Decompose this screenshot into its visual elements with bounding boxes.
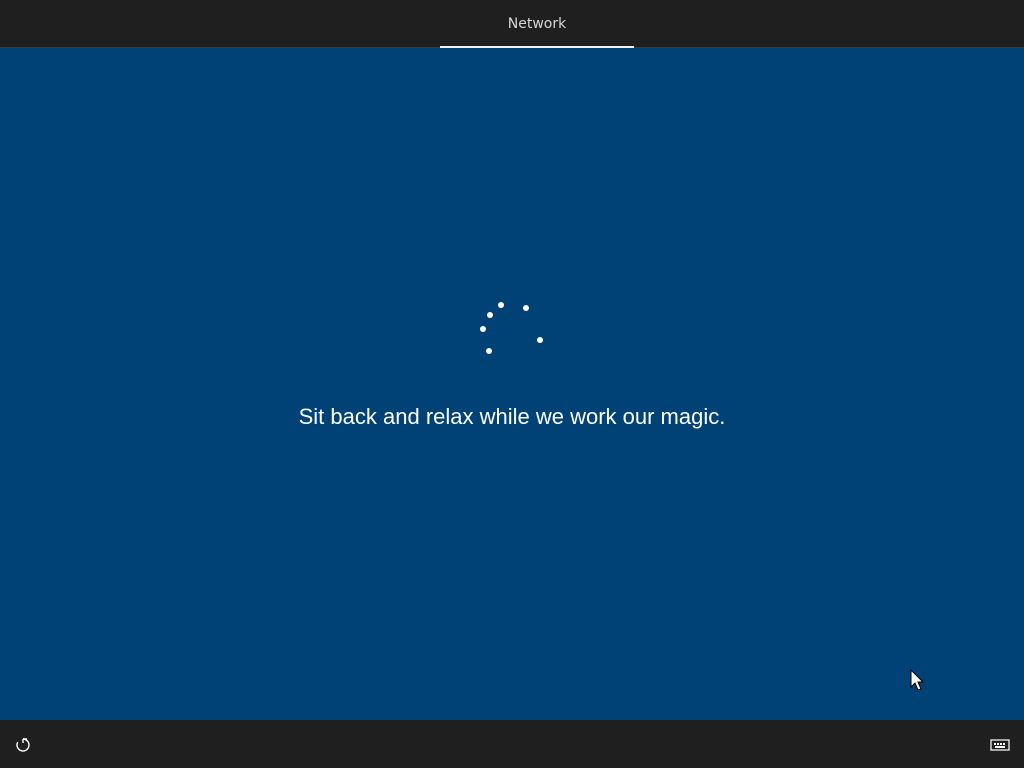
tab-network-label: Network: [507, 16, 567, 32]
spinner-dot: [498, 302, 504, 308]
mouse-pointer-icon: [910, 669, 924, 691]
keyboard-icon: [990, 739, 1010, 751]
ease-of-access-button[interactable]: [12, 734, 34, 756]
top-navigation-bar: Network: [0, 0, 1024, 48]
keyboard-button[interactable]: [988, 734, 1012, 756]
spinner-dot: [486, 348, 492, 354]
spinner-dot: [480, 326, 486, 332]
status-message: Sit back and relax while we work our mag…: [298, 404, 726, 429]
spinner-dot: [537, 337, 543, 343]
tab-network[interactable]: Network: [440, 0, 634, 48]
spinner-dot: [523, 305, 529, 311]
active-tab-indicator: [440, 46, 634, 48]
loading-spinner: [478, 300, 548, 360]
spinner-dot: [487, 312, 493, 318]
ease-of-access-icon: [16, 738, 30, 752]
setup-screen: Network Sit back and relax while we work…: [0, 0, 1024, 768]
bottom-toolbar: [0, 720, 1024, 768]
